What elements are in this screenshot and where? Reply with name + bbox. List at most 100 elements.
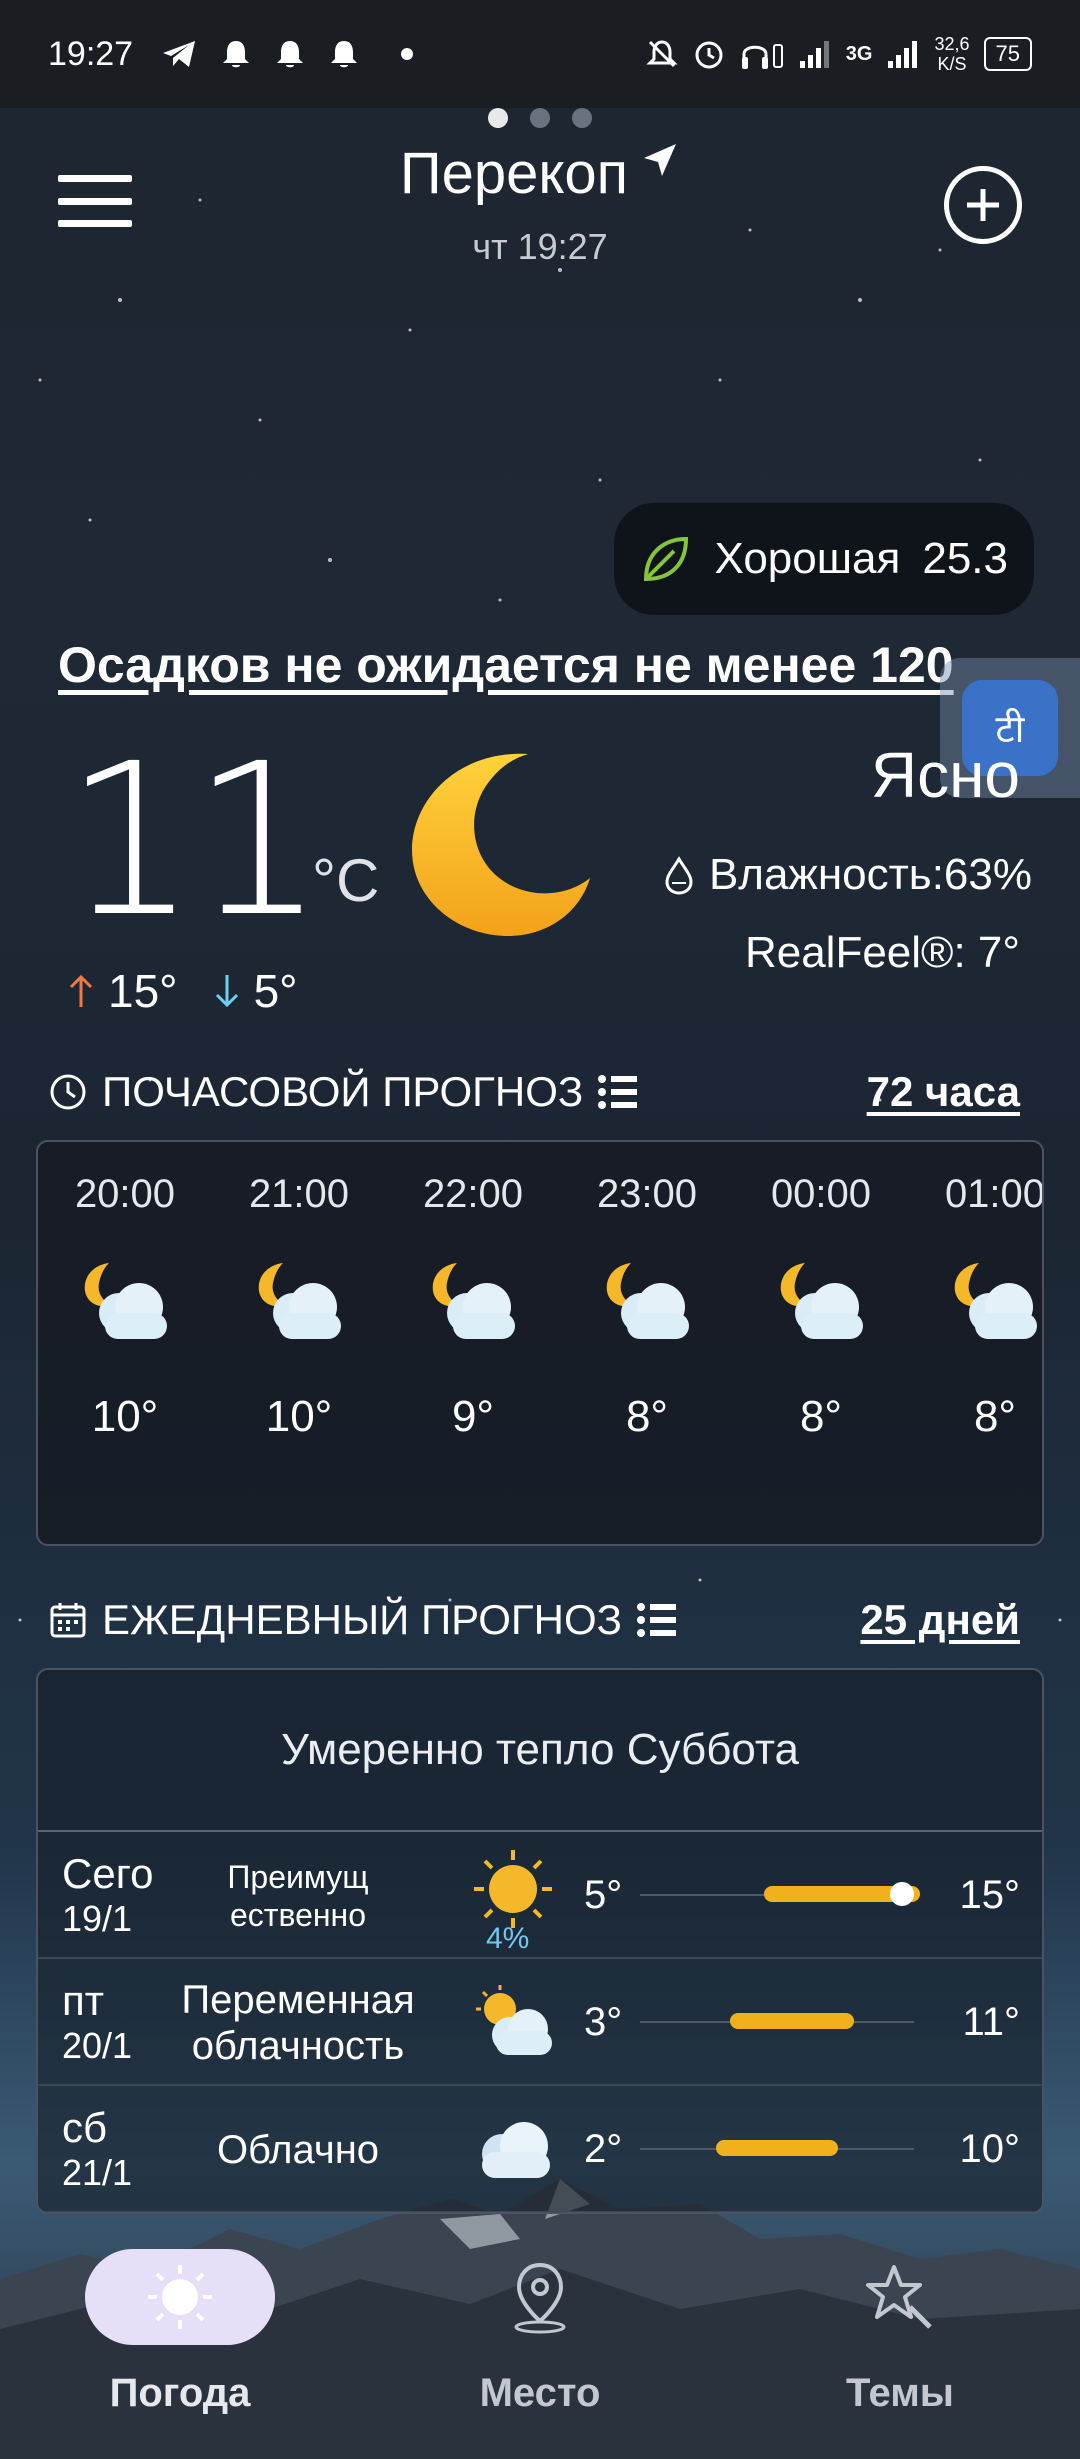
nav-themes[interactable]: Темы	[770, 2249, 1030, 2416]
hour-temp: 9°	[451, 1392, 495, 1441]
day-name: Сего	[62, 1850, 154, 1897]
condition-text: Ясно	[870, 739, 1020, 811]
hourly-72h-link[interactable]: 72 часа	[867, 1068, 1020, 1116]
day-min: 5°	[584, 1873, 623, 1917]
hourly-forecast-card[interactable]: 20:00 10° 21:00 10° 22:00 9° 23:00 8° 00…	[36, 1140, 1044, 1546]
hour-item[interactable]: 20:00 10°	[38, 1172, 212, 1442]
page-dot[interactable]	[572, 108, 592, 128]
hour-time: 23:00	[596, 1172, 698, 1216]
moon-cloud-icon	[954, 1263, 1037, 1339]
city-title[interactable]: Перекоп	[0, 140, 1080, 207]
day-date: 19/1	[62, 1898, 133, 1939]
location-pin-icon	[514, 2262, 566, 2334]
daily-summary: Умеренно тепло Суббота	[38, 1670, 1042, 1832]
realfeel: RealFeel®: 7°	[744, 928, 1020, 977]
nav-weather-label: Погода	[109, 2371, 251, 2415]
telegram-icon	[163, 41, 196, 67]
network-type: 3G	[845, 42, 873, 65]
min-temperature: 5°	[253, 965, 298, 1017]
hour-temp: 10°	[91, 1392, 159, 1441]
hour-item[interactable]: 21:00 10°	[212, 1172, 386, 1442]
precipitation-link[interactable]: Осадков не ожидается не менее 120	[58, 636, 954, 694]
hour-time: 01:00	[944, 1172, 1044, 1216]
bottom-navigation: Погода Место Темы	[0, 2229, 1080, 2459]
calendar-icon	[50, 1603, 86, 1638]
nav-place-icon-wrap	[445, 2249, 635, 2345]
temp-range-bar	[716, 2140, 838, 2156]
daily-header: ЕЖЕДНЕВНЫЙ ПРОГНОЗ 25 дней	[48, 1596, 1020, 1644]
hourly-title: ПОЧАСОВОЙ ПРОГНОЗ	[102, 1068, 584, 1115]
nav-weather[interactable]: Погода	[50, 2249, 310, 2416]
signal-icon	[888, 41, 918, 68]
sun-icon	[148, 2265, 212, 2329]
sun-icon	[474, 1850, 552, 1928]
notification-dot-icon	[401, 48, 414, 60]
list-icon[interactable]	[636, 1602, 678, 1638]
humidity-value: Влажность:63%	[708, 850, 1032, 899]
plus-icon	[967, 189, 999, 221]
cloud-icon	[482, 2122, 550, 2178]
net-speed: 32,6	[934, 34, 970, 54]
leaf-icon	[644, 536, 689, 582]
day-name: сб	[62, 2104, 108, 2151]
hour-time: 22:00	[422, 1172, 524, 1216]
page-indicator	[0, 108, 1080, 128]
signal-icon	[799, 41, 829, 68]
air-quality-badge[interactable]: Хорошая 25.3	[614, 503, 1034, 615]
status-time: 19:27	[48, 34, 134, 73]
mute-bell-icon	[646, 40, 678, 68]
moon-cloud-icon	[432, 1263, 515, 1339]
city-name: Перекоп	[399, 141, 629, 206]
day-date: 20/1	[62, 2025, 133, 2066]
nav-place-label: Место	[479, 2371, 601, 2415]
aqi-value: 25.3	[922, 534, 1008, 583]
alarm-icon	[695, 41, 723, 69]
add-location-button[interactable]	[944, 166, 1022, 244]
hour-item[interactable]: 22:00 9°	[386, 1172, 560, 1442]
day-max: 11°	[962, 2000, 1020, 2044]
headphones-icon	[741, 44, 783, 69]
star-magic-icon	[866, 2265, 932, 2329]
daily-forecast-card[interactable]: Умеренно тепло Суббота Сего 19/1 Преимущ…	[36, 1668, 1044, 2214]
status-bar: 19:27 3G 32,6 K/S 75	[0, 0, 1080, 108]
hour-temp: 10°	[265, 1392, 333, 1441]
clock-icon	[50, 1074, 86, 1110]
daily-row[interactable]: сб 21/1 Облачно 2° 10°	[38, 2086, 1042, 2212]
precip-chance: 4%	[486, 1922, 530, 1955]
hour-temp: 8°	[973, 1392, 1017, 1441]
hour-item[interactable]: 01:00 8°	[908, 1172, 1044, 1442]
hour-time: 20:00	[74, 1172, 176, 1216]
daily-row[interactable]: Сего 19/1 Преимущ ественно 4% 5° 15°	[38, 1832, 1042, 1959]
hour-time: 21:00	[248, 1172, 350, 1216]
humidity: Влажность:63%	[663, 850, 1032, 900]
nav-themes-icon-wrap	[805, 2249, 995, 2345]
nav-place[interactable]: Место	[410, 2249, 670, 2416]
moon-cloud-icon	[780, 1263, 863, 1339]
arrow-down-icon	[215, 975, 238, 1008]
min-max-temperature: 15° 5°	[68, 964, 298, 1018]
hour-temp: 8°	[799, 1392, 843, 1441]
page-dot[interactable]	[530, 108, 550, 128]
nav-weather-pill	[85, 2249, 275, 2345]
page-dot-active[interactable]	[488, 108, 508, 128]
moon-cloud-icon	[84, 1263, 167, 1339]
day-max: 10°	[959, 2127, 1021, 2171]
current-temp-marker	[890, 1882, 914, 1906]
bell-icon	[277, 41, 304, 68]
hour-item[interactable]: 23:00 8°	[560, 1172, 734, 1442]
daily-row[interactable]: пт 20/1 Переменная облачность 3° 11°	[38, 1959, 1042, 2086]
hourly-header: ПОЧАСОВОЙ ПРОГНОЗ 72 часа	[48, 1068, 1020, 1116]
hour-item[interactable]: 00:00 8°	[734, 1172, 908, 1442]
day-description: Преимущ ественно	[227, 1858, 369, 1933]
temperature-unit[interactable]: °C	[312, 846, 379, 915]
bell-icon	[331, 41, 358, 68]
daily-25d-link[interactable]: 25 дней	[860, 1596, 1020, 1644]
day-max: 15°	[959, 1873, 1021, 1917]
partly-cloudy-icon	[476, 1985, 552, 2055]
list-icon[interactable]	[597, 1074, 639, 1110]
bell-icon	[223, 41, 250, 68]
net-speed-unit: K/S	[937, 54, 967, 74]
max-temperature: 15°	[108, 965, 178, 1017]
day-description: Облачно	[216, 2127, 380, 2172]
moon-cloud-icon	[258, 1263, 341, 1339]
